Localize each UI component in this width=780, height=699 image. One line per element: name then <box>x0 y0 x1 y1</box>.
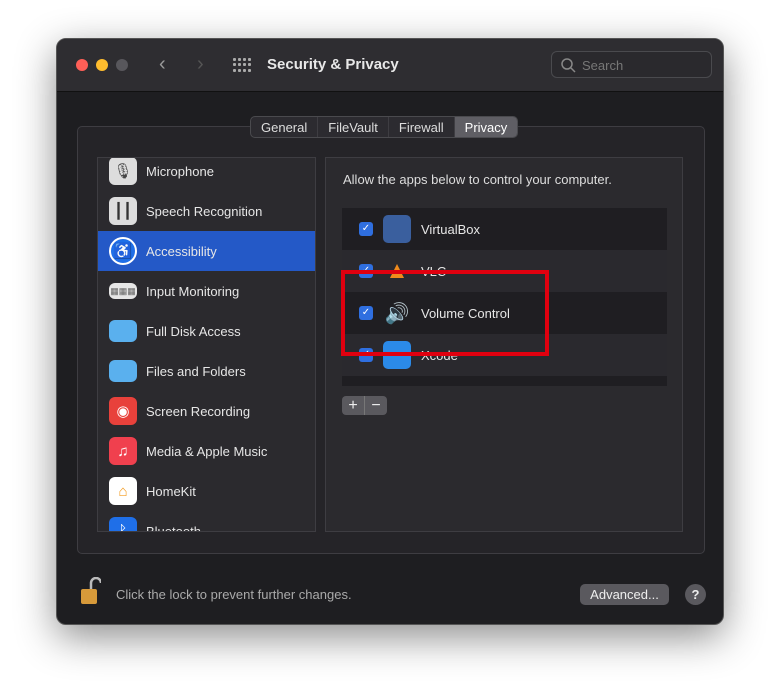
waveform-icon: ┃┃ <box>109 197 137 225</box>
sidebar-item-speech-recognition[interactable]: ┃┃ Speech Recognition <box>98 191 315 231</box>
record-icon: ◉ <box>109 397 137 425</box>
show-all-grid-icon[interactable] <box>233 58 251 72</box>
add-remove-control: + − <box>342 396 387 415</box>
app-row-virtualbox[interactable]: ✓ VirtualBox <box>342 208 667 250</box>
sidebar-item-label: Files and Folders <box>146 363 246 379</box>
add-app-button[interactable]: + <box>342 396 364 415</box>
sidebar-item-accessibility[interactable]: ♿ Accessibility <box>98 231 315 271</box>
remove-app-button[interactable]: − <box>364 396 387 415</box>
window-title: Security & Privacy <box>267 56 399 73</box>
search-placeholder: Search <box>582 58 624 73</box>
sidebar-item-label: Bluetooth <box>146 523 201 532</box>
sidebar-item-homekit[interactable]: ⌂ HomeKit <box>98 471 315 511</box>
checkbox[interactable]: ✓ <box>359 222 373 236</box>
sidebar-item-media-apple-music[interactable]: ♫ Media & Apple Music <box>98 431 315 471</box>
keyboard-icon: ▦▦▦ <box>109 283 137 299</box>
security-privacy-window: ‹ › Security & Privacy Search General Fi… <box>56 38 724 625</box>
unlocked-lock-icon[interactable] <box>81 577 101 605</box>
sidebar-item-label: Microphone <box>146 163 214 179</box>
sidebar-item-label: HomeKit <box>146 483 196 499</box>
zoom-button[interactable] <box>116 59 128 71</box>
tab-firewall[interactable]: Firewall <box>389 117 455 137</box>
sidebar-item-microphone[interactable]: 🎙 Microphone <box>98 158 315 191</box>
pane-header: Allow the apps below to control your com… <box>343 172 612 187</box>
back-button[interactable]: ‹ <box>159 53 166 76</box>
sidebar-item-label: Accessibility <box>146 243 217 259</box>
sidebar-item-files-and-folders[interactable]: Files and Folders <box>98 351 315 391</box>
tab-bar: General FileVault Firewall Privacy <box>250 116 519 138</box>
forward-button[interactable]: › <box>197 53 204 76</box>
search-icon <box>561 58 576 73</box>
minimize-button[interactable] <box>96 59 108 71</box>
highlight-box <box>341 270 549 356</box>
sidebar-item-input-monitoring[interactable]: ▦▦▦ Input Monitoring <box>98 271 315 311</box>
sidebar-item-label: Media & Apple Music <box>146 443 268 459</box>
app-name: VirtualBox <box>421 221 481 237</box>
accessibility-icon: ♿ <box>109 237 137 265</box>
sidebar-item-bluetooth[interactable]: ᛒ Bluetooth <box>98 511 315 532</box>
virtualbox-icon <box>383 215 411 243</box>
search-input[interactable]: Search <box>551 51 712 78</box>
help-button[interactable]: ? <box>685 584 706 605</box>
privacy-category-list[interactable]: 🎙 Microphone ┃┃ Speech Recognition ♿ Access… <box>97 157 316 532</box>
sidebar-item-label: Full Disk Access <box>146 323 241 339</box>
bluetooth-icon: ᛒ <box>109 517 137 531</box>
folder-icon <box>109 360 137 382</box>
lock-text: Click the lock to prevent further change… <box>116 587 352 602</box>
tab-general[interactable]: General <box>251 117 319 137</box>
advanced-button[interactable]: Advanced... <box>580 584 669 605</box>
music-icon: ♫ <box>109 437 137 465</box>
tab-privacy[interactable]: Privacy <box>454 117 518 137</box>
close-button[interactable] <box>76 59 88 71</box>
sidebar-item-label: Speech Recognition <box>146 203 263 219</box>
home-icon: ⌂ <box>109 477 137 505</box>
microphone-icon: 🎙 <box>109 158 137 185</box>
sidebar-item-label: Input Monitoring <box>146 283 240 299</box>
sidebar-item-screen-recording[interactable]: ◉ Screen Recording <box>98 391 315 431</box>
tab-filevault[interactable]: FileVault <box>318 117 389 137</box>
sidebar-item-full-disk-access[interactable]: Full Disk Access <box>98 311 315 351</box>
sidebar-item-label: Screen Recording <box>146 403 251 419</box>
title-bar: ‹ › Security & Privacy Search <box>57 39 723 92</box>
folder-icon <box>109 320 137 342</box>
app-row-partial[interactable] <box>342 376 667 386</box>
